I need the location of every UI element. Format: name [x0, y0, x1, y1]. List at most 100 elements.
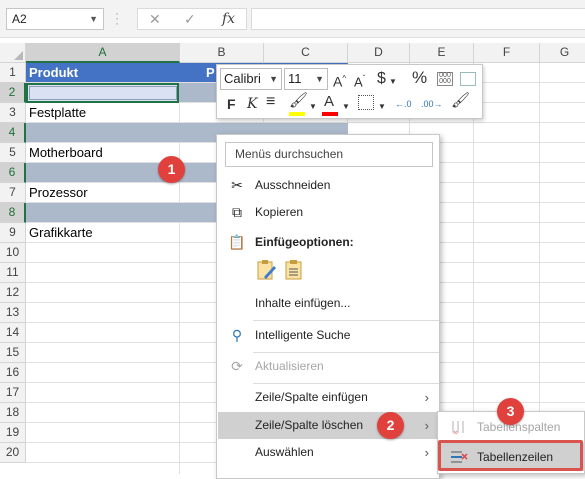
column-header-c[interactable]: C: [264, 43, 348, 63]
borders-icon[interactable]: [358, 95, 374, 110]
row-header-12[interactable]: 12: [0, 283, 26, 303]
menu-item-label: Ausschneiden: [255, 178, 331, 192]
cell-a7[interactable]: Prozessor: [29, 185, 88, 200]
bold-icon[interactable]: F: [227, 96, 236, 112]
column-header-g[interactable]: G: [540, 43, 585, 63]
row-header-18[interactable]: 18: [0, 403, 26, 423]
delete-table-columns-icon: [452, 421, 464, 435]
chevron-down-icon[interactable]: ▼: [378, 99, 386, 115]
search-icon: ⚲: [231, 327, 243, 343]
column-header-e[interactable]: E: [410, 43, 474, 63]
row-header-8[interactable]: 8: [0, 203, 26, 223]
percent-icon[interactable]: %: [412, 69, 427, 86]
align-center-icon[interactable]: ≡: [266, 94, 275, 110]
menu-item-label: Zeile/Spalte löschen: [255, 418, 364, 432]
grow-font-icon[interactable]: A^: [333, 71, 346, 90]
cell-a9[interactable]: Grafikkarte: [29, 225, 93, 240]
chevron-down-icon[interactable]: ▼: [89, 14, 98, 24]
menu-item-delete[interactable]: Zeile/Spalte löschen ›: [218, 412, 439, 439]
row-header-9[interactable]: 9: [0, 223, 26, 243]
decrease-decimal-icon[interactable]: ←.0: [395, 96, 412, 112]
font-name-box[interactable]: Calibri ▼: [220, 68, 282, 90]
menu-item-label: Inhalte einfügen...: [255, 296, 351, 310]
active-cell-outline: [29, 86, 177, 100]
menu-item-smart-lookup[interactable]: ⚲ Intelligente Suche: [218, 322, 439, 349]
increase-decimal-icon[interactable]: .00→: [421, 96, 443, 112]
menu-search-input[interactable]: Menüs durchsuchen: [225, 142, 433, 167]
row-header-3[interactable]: 3: [0, 103, 26, 123]
menu-item-copy[interactable]: ⧉ Kopieren: [218, 199, 439, 226]
format-painter-icon[interactable]: 🖌: [451, 93, 470, 109]
menu-item-label: Intelligente Suche: [255, 328, 351, 342]
currency-icon[interactable]: $: [377, 71, 386, 87]
fill-color-icon[interactable]: 🖌: [289, 93, 308, 109]
column-header-d[interactable]: D: [348, 43, 410, 63]
cancel-icon[interactable]: ✕: [149, 11, 161, 28]
shrink-font-icon[interactable]: Aˇ: [354, 71, 365, 90]
context-menu: Menüs durchsuchen ✂ Ausschneiden ⧉ Kopie…: [216, 134, 440, 479]
highlight-box: [438, 440, 583, 471]
font-size-box[interactable]: 11 ▼: [284, 68, 328, 90]
row-header-20[interactable]: 20: [0, 443, 26, 463]
chevron-right-icon: ›: [424, 418, 429, 433]
formula-controls: ✕ ✓ fx: [137, 8, 247, 30]
formula-input[interactable]: [251, 8, 585, 30]
row-header-13[interactable]: 13: [0, 303, 26, 323]
row-header-11[interactable]: 11: [0, 263, 26, 283]
row-header-6[interactable]: 6: [0, 163, 26, 183]
paste-icon[interactable]: [256, 259, 276, 281]
row-header-7[interactable]: 7: [0, 183, 26, 203]
menu-item-paste-options: 📋 Einfügeoptionen:: [218, 229, 439, 256]
row-header-15[interactable]: 15: [0, 343, 26, 363]
separator-dots-icon: · · ·: [115, 6, 119, 30]
column-header-b[interactable]: B: [180, 43, 264, 63]
mini-toolbar: Calibri ▼ 11 ▼ A^ Aˇ $ ▼ % 000 000 F K ≡ …: [216, 64, 483, 119]
chevron-down-icon[interactable]: ▼: [389, 74, 397, 90]
cell-a1[interactable]: Produkt: [29, 65, 78, 80]
row-header-17[interactable]: 17: [0, 383, 26, 403]
chevron-down-icon[interactable]: ▼: [315, 69, 324, 89]
font-color-icon[interactable]: A: [324, 94, 334, 110]
chevron-right-icon: ›: [424, 390, 429, 405]
menu-item-insert[interactable]: Zeile/Spalte einfügen ›: [218, 384, 439, 411]
column-header-a[interactable]: A: [26, 43, 180, 63]
menu-item-refresh[interactable]: ⟳ Aktualisieren: [218, 353, 439, 380]
menu-item-label: Auswählen: [255, 445, 314, 459]
chevron-down-icon[interactable]: ▼: [309, 99, 317, 115]
chevron-down-icon[interactable]: ▼: [269, 69, 278, 89]
menu-item-select[interactable]: Auswählen ›: [218, 439, 439, 466]
row-header-1[interactable]: 1: [0, 63, 26, 83]
format-painter-grid-icon[interactable]: [460, 72, 476, 86]
row-header-19[interactable]: 19: [0, 423, 26, 443]
row-header-10[interactable]: 10: [0, 243, 26, 263]
font-name-value: Calibri: [224, 71, 261, 86]
italic-icon[interactable]: K: [247, 96, 257, 112]
select-all-button[interactable]: [0, 43, 26, 63]
chevron-right-icon: ›: [424, 445, 429, 460]
cell-a3[interactable]: Festplatte: [29, 105, 86, 120]
row-header-14[interactable]: 14: [0, 323, 26, 343]
clipboard-icon: 📋: [228, 234, 246, 250]
cell-a5[interactable]: Motherboard: [29, 145, 103, 160]
row-header-2[interactable]: 2: [0, 83, 26, 103]
insert-function-icon[interactable]: fx: [222, 11, 235, 27]
thousands-separator-icon[interactable]: 000 000: [437, 72, 453, 86]
font-size-value: 11: [288, 71, 302, 86]
fill-color-swatch: [289, 112, 305, 116]
row-header-16[interactable]: 16: [0, 363, 26, 383]
name-box[interactable]: A2 ▼: [6, 8, 104, 30]
cell-b1[interactable]: P: [206, 65, 215, 80]
row-header-5[interactable]: 5: [0, 143, 26, 163]
font-color-swatch: [322, 112, 338, 116]
column-header-f[interactable]: F: [474, 43, 540, 63]
menu-item-label: Aktualisieren: [255, 359, 324, 373]
copy-icon: ⧉: [232, 204, 242, 220]
menu-item-cut[interactable]: ✂ Ausschneiden: [218, 172, 439, 199]
paste-values-icon[interactable]: [284, 259, 304, 281]
row-header-4[interactable]: 4: [0, 123, 26, 143]
name-box-value: A2: [12, 12, 27, 26]
menu-item-paste-special[interactable]: Inhalte einfügen...: [218, 290, 439, 317]
enter-icon[interactable]: ✓: [184, 11, 196, 28]
chevron-down-icon[interactable]: ▼: [342, 99, 350, 115]
callout-1: 1: [158, 156, 185, 183]
